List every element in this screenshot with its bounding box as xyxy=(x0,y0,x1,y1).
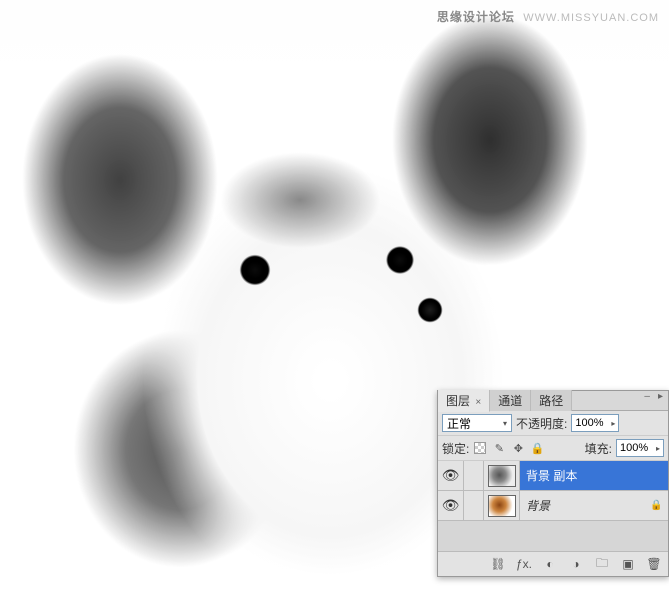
adjustment-layer-icon[interactable]: ◑ xyxy=(568,556,584,572)
lock-icons: ✎ ✥ 🔒 xyxy=(473,441,544,455)
opacity-arrow-icon: ▸ xyxy=(611,419,615,428)
panel-minimize-icon[interactable]: – xyxy=(641,391,653,402)
layer-name: 背景 xyxy=(526,497,650,514)
watermark-url: WWW.MISSYUAN.COM xyxy=(523,12,659,24)
layer-mask-icon[interactable]: ◐ xyxy=(542,556,558,572)
layer-name-cell[interactable]: 背景 🔒 xyxy=(520,491,668,520)
layer-list: 👁 背景 副本 👁 背景 🔒 xyxy=(438,461,668,551)
fill-arrow-icon: ▸ xyxy=(656,444,660,453)
visibility-toggle[interactable]: 👁 xyxy=(438,491,464,520)
lock-transparency-icon[interactable] xyxy=(473,441,487,455)
opacity-value: 100% xyxy=(575,417,603,429)
layer-group-icon[interactable]: 🗀 xyxy=(594,556,610,572)
watermark: 思缘设计论坛 WWW.MISSYUAN.COM xyxy=(437,8,659,25)
tab-layers-label: 图层 xyxy=(446,394,470,408)
layer-row[interactable]: 👁 背景 🔒 xyxy=(438,491,668,521)
lock-move-icon[interactable]: ✥ xyxy=(511,441,525,455)
tab-paths-label: 路径 xyxy=(539,394,563,408)
chevron-down-icon: ▾ xyxy=(503,419,507,428)
layers-panel: 图层 × 通道 路径 – ▸ 正常 ▾ 不透明度: 100% ▸ 锁定: ✎ ✥ xyxy=(437,390,669,577)
lock-fill-row: 锁定: ✎ ✥ 🔒 填充: 100% ▸ xyxy=(438,436,668,461)
blend-mode-value: 正常 xyxy=(447,415,471,432)
eye-icon: 👁 xyxy=(442,497,460,514)
lock-icon: 🔒 xyxy=(650,500,662,512)
layer-style-icon[interactable]: ƒx. xyxy=(516,556,532,572)
panel-menu-icon[interactable]: ▸ xyxy=(655,391,666,402)
link-cell[interactable] xyxy=(464,491,484,520)
lock-label: 锁定: xyxy=(442,440,469,457)
tab-channels[interactable]: 通道 xyxy=(490,390,531,411)
lock-brush-icon[interactable]: ✎ xyxy=(492,441,506,455)
thumbnail-image xyxy=(488,495,516,517)
eye-icon: 👁 xyxy=(442,467,460,484)
fill-label: 填充: xyxy=(585,440,612,457)
thumbnail-image xyxy=(488,465,516,487)
layer-thumbnail[interactable] xyxy=(484,461,520,490)
layer-row[interactable]: 👁 背景 副本 xyxy=(438,461,668,491)
new-layer-icon[interactable]: ▣ xyxy=(620,556,636,572)
layer-name-cell[interactable]: 背景 副本 xyxy=(520,461,668,490)
link-cell[interactable] xyxy=(464,461,484,490)
tab-layers[interactable]: 图层 × xyxy=(438,390,490,412)
tab-channels-label: 通道 xyxy=(498,394,522,408)
panel-tabs: 图层 × 通道 路径 – ▸ xyxy=(438,391,668,411)
fill-value: 100% xyxy=(620,442,648,454)
delete-layer-icon[interactable]: 🗑 xyxy=(646,556,662,572)
blend-mode-select[interactable]: 正常 ▾ xyxy=(442,414,512,432)
visibility-toggle[interactable]: 👁 xyxy=(438,461,464,490)
tab-close-icon[interactable]: × xyxy=(475,397,481,408)
layer-name: 背景 副本 xyxy=(526,467,662,484)
layer-list-empty xyxy=(438,521,668,551)
fill-field[interactable]: 100% ▸ xyxy=(616,439,664,457)
panel-footer: ⛓ ƒx. ◐ ◑ 🗀 ▣ 🗑 xyxy=(438,551,668,576)
lock-all-icon[interactable]: 🔒 xyxy=(530,441,544,455)
layer-thumbnail[interactable] xyxy=(484,491,520,520)
watermark-brand: 思缘设计论坛 xyxy=(437,10,515,24)
link-layers-icon[interactable]: ⛓ xyxy=(490,556,506,572)
tab-paths[interactable]: 路径 xyxy=(531,390,572,411)
opacity-field[interactable]: 100% ▸ xyxy=(571,414,619,432)
blend-opacity-row: 正常 ▾ 不透明度: 100% ▸ xyxy=(438,411,668,436)
panel-controls: – ▸ xyxy=(641,391,666,402)
opacity-label: 不透明度: xyxy=(516,415,567,432)
